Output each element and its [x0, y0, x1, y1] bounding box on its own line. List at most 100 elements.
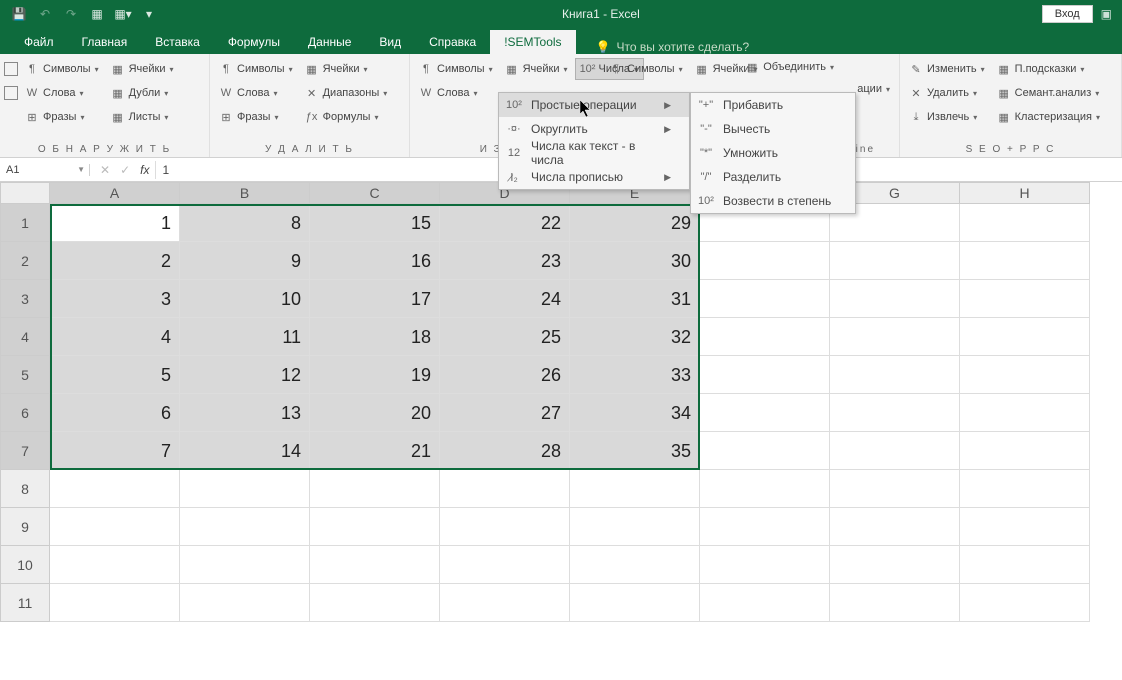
cell-G10[interactable] — [830, 546, 960, 584]
cell-B8[interactable] — [180, 470, 310, 508]
cell-H7[interactable] — [960, 432, 1090, 470]
ribbon-button[interactable]: ▦Дубли — [106, 82, 179, 104]
cell-E9[interactable] — [570, 508, 700, 546]
ribbon-button[interactable]: ▦Ячейки — [106, 58, 179, 80]
cell-F9[interactable] — [700, 508, 830, 546]
cell-D3[interactable]: 24 — [440, 280, 570, 318]
enter-icon[interactable]: ✓ — [120, 163, 130, 177]
cell-A4[interactable]: 4 — [50, 318, 180, 356]
cell-B5[interactable]: 12 — [180, 356, 310, 394]
col-header-A[interactable]: A — [50, 182, 180, 204]
ribbon-button[interactable]: ▦Семант.анализ — [992, 82, 1105, 104]
row-header-5[interactable]: 5 — [0, 356, 50, 394]
cell-F7[interactable] — [700, 432, 830, 470]
ribbon-button[interactable]: WСлова — [20, 82, 104, 104]
cell-H6[interactable] — [960, 394, 1090, 432]
undo-icon[interactable]: ↶ — [34, 3, 56, 25]
cell-E3[interactable]: 31 — [570, 280, 700, 318]
cell-E8[interactable] — [570, 470, 700, 508]
cell-D9[interactable] — [440, 508, 570, 546]
cell-H4[interactable] — [960, 318, 1090, 356]
col-header-B[interactable]: B — [180, 182, 310, 204]
login-button[interactable]: Вход — [1042, 5, 1093, 23]
row-header-1[interactable]: 1 — [0, 204, 50, 242]
cell-G6[interactable] — [830, 394, 960, 432]
cell-C5[interactable]: 19 — [310, 356, 440, 394]
menu-item[interactable]: ·¤·Округлить▶ — [499, 117, 689, 141]
tab-файл[interactable]: Файл — [10, 30, 68, 54]
ribbon-button[interactable]: WСлова — [414, 82, 498, 104]
cell-H10[interactable] — [960, 546, 1090, 584]
redo-icon[interactable]: ↷ — [60, 3, 82, 25]
cell-H3[interactable] — [960, 280, 1090, 318]
col-header-H[interactable]: H — [960, 182, 1090, 204]
cell-C4[interactable]: 18 — [310, 318, 440, 356]
cell-D11[interactable] — [440, 584, 570, 622]
cell-G8[interactable] — [830, 470, 960, 508]
tell-me[interactable]: 💡Что вы хотите сделать? — [576, 40, 750, 54]
cell-A8[interactable] — [50, 470, 180, 508]
cell-C2[interactable]: 16 — [310, 242, 440, 280]
col-header-C[interactable]: C — [310, 182, 440, 204]
ribbon-button[interactable]: ⤓Извлечь — [904, 106, 990, 128]
ribbon-display-icon[interactable]: ▣ — [1101, 7, 1112, 21]
cell-F2[interactable] — [700, 242, 830, 280]
cell-E1[interactable]: 29 — [570, 204, 700, 242]
ribbon-button[interactable]: ¶Символы — [214, 58, 298, 80]
cell-H9[interactable] — [960, 508, 1090, 546]
ribbon-button[interactable]: ▦Листы — [106, 106, 179, 128]
cell-G2[interactable] — [830, 242, 960, 280]
ribbon-button[interactable]: ✕Удалить — [904, 82, 990, 104]
cell-E10[interactable] — [570, 546, 700, 584]
cell-G3[interactable] — [830, 280, 960, 318]
menu-item[interactable]: Ⅰ̷₂Числа прописью▶ — [499, 165, 689, 189]
cell-H8[interactable] — [960, 470, 1090, 508]
cell-D1[interactable]: 22 — [440, 204, 570, 242]
cell-G9[interactable] — [830, 508, 960, 546]
checkbox[interactable] — [4, 62, 18, 76]
merge-button[interactable]: ▦Объединить — [740, 56, 839, 78]
ribbon-button[interactable]: ации — [852, 78, 895, 100]
cell-C1[interactable]: 15 — [310, 204, 440, 242]
cell-G7[interactable] — [830, 432, 960, 470]
cell-H11[interactable] — [960, 584, 1090, 622]
cell-E5[interactable]: 33 — [570, 356, 700, 394]
cell-D10[interactable] — [440, 546, 570, 584]
tab-данные[interactable]: Данные — [294, 30, 365, 54]
cell-B3[interactable]: 10 — [180, 280, 310, 318]
tab-главная[interactable]: Главная — [68, 30, 142, 54]
row-header-4[interactable]: 4 — [0, 318, 50, 356]
cell-C11[interactable] — [310, 584, 440, 622]
menu-item[interactable]: 10²Возвести в степень — [691, 189, 855, 213]
ribbon-button[interactable]: WСлова — [214, 82, 298, 104]
cell-H1[interactable] — [960, 204, 1090, 242]
qat-icon-2[interactable]: ▦▾ — [112, 3, 134, 25]
row-header-7[interactable]: 7 — [0, 432, 50, 470]
menu-item[interactable]: 12Числа как текст - в числа — [499, 141, 689, 165]
cell-D2[interactable]: 23 — [440, 242, 570, 280]
cell-B9[interactable] — [180, 508, 310, 546]
tab-вид[interactable]: Вид — [365, 30, 415, 54]
cell-E6[interactable]: 34 — [570, 394, 700, 432]
cancel-icon[interactable]: ✕ — [100, 163, 110, 177]
cell-D5[interactable]: 26 — [440, 356, 570, 394]
cell-F4[interactable] — [700, 318, 830, 356]
cell-A1[interactable]: 1 — [50, 204, 180, 242]
cell-A10[interactable] — [50, 546, 180, 584]
tab-вставка[interactable]: Вставка — [141, 30, 214, 54]
cell-A9[interactable] — [50, 508, 180, 546]
cell-E2[interactable]: 30 — [570, 242, 700, 280]
cell-C9[interactable] — [310, 508, 440, 546]
cell-D7[interactable]: 28 — [440, 432, 570, 470]
ribbon-button[interactable]: ▦Ячейки — [500, 58, 573, 80]
cell-G5[interactable] — [830, 356, 960, 394]
cell-B10[interactable] — [180, 546, 310, 584]
menu-item[interactable]: "+"Прибавить — [691, 93, 855, 117]
fx-icon[interactable]: fx — [140, 163, 155, 177]
cell-G11[interactable] — [830, 584, 960, 622]
tab-!semtools[interactable]: !SEMTools — [490, 30, 575, 54]
menu-item[interactable]: "-"Вычесть — [691, 117, 855, 141]
cell-B7[interactable]: 14 — [180, 432, 310, 470]
menu-item[interactable]: 10²Простые операции▶ — [499, 93, 689, 117]
tab-справка[interactable]: Справка — [415, 30, 490, 54]
